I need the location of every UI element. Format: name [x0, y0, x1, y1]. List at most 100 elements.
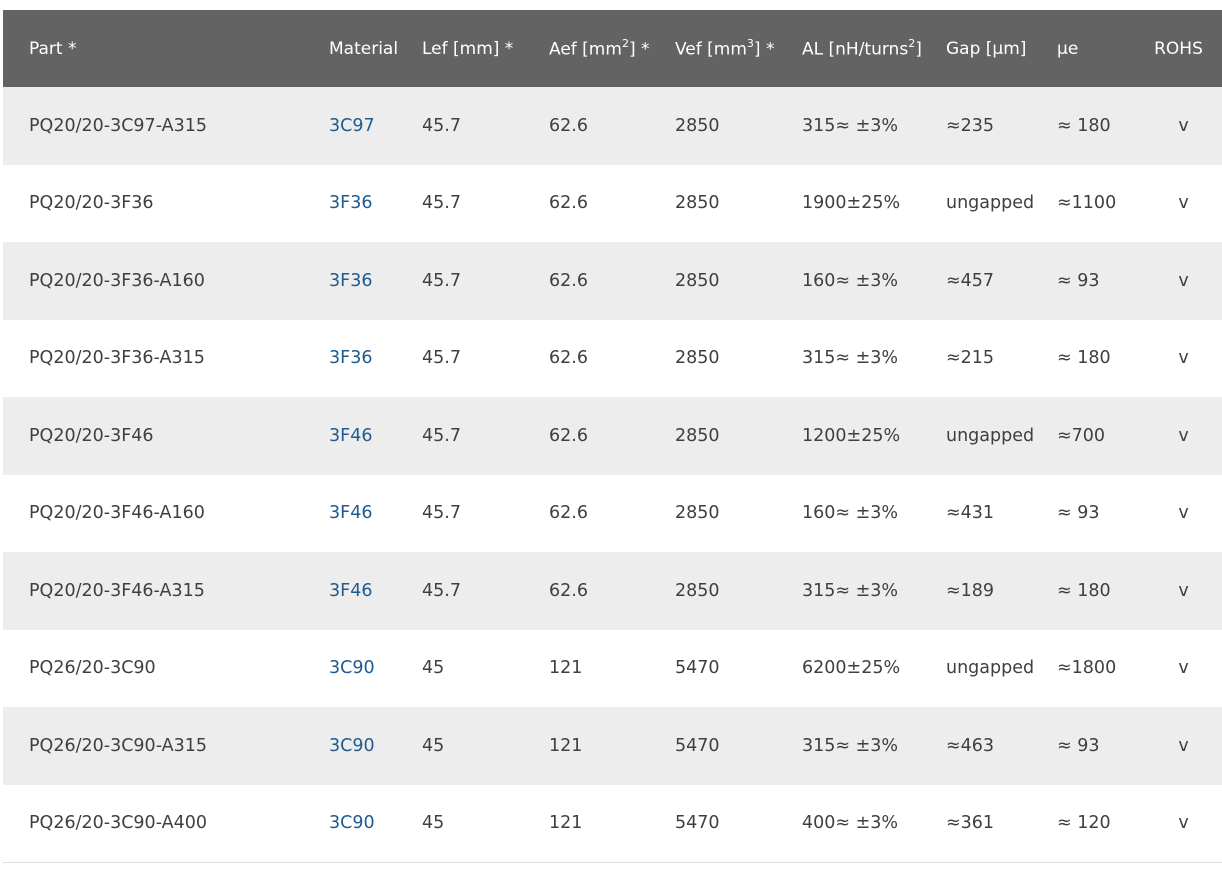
cell-lef: 45.7 — [422, 270, 461, 291]
cell-material: 3F36 — [329, 242, 422, 320]
cell-rohs: v — [1178, 348, 1189, 369]
cell-lef: 45.7 — [422, 425, 461, 446]
cell-al: 315≈ ±3% — [802, 580, 899, 601]
cell-lef: 45 — [422, 735, 445, 756]
table-row: PQ26/20-3C90-A400 3C90 45 121 5470 400≈ … — [3, 784, 1222, 863]
cell-rohs: v — [1178, 270, 1189, 291]
cell-vef: 2850 — [675, 115, 720, 136]
cell-al: 1900±25% — [802, 193, 901, 214]
cell-aef: 62.6 — [549, 115, 588, 136]
cell-gap: ≈189 — [946, 580, 995, 601]
cell-ue: ≈ 180 — [1057, 580, 1111, 601]
table-row: PQ20/20-3F46 3F46 45.7 62.6 2850 1200±25… — [3, 397, 1222, 475]
cell-vef: 2850 — [675, 580, 720, 601]
cell-ue: ≈700 — [1057, 425, 1106, 446]
cell-lef: 45 — [422, 813, 445, 833]
cell-part: PQ26/20-3C90-A400 — [29, 813, 207, 833]
cell-al: 160≈ ±3% — [802, 270, 899, 291]
cell-al: 1200±25% — [802, 425, 901, 446]
cell-ue: ≈1100 — [1057, 193, 1117, 214]
cell-material: 3C90 — [329, 785, 422, 863]
cell-material: 3C90 — [329, 630, 422, 708]
material-link[interactable]: 3F36 — [329, 271, 372, 291]
cell-material: 3C90 — [329, 707, 422, 785]
cell-ue: ≈ 180 — [1057, 348, 1111, 369]
column-header-material[interactable]: Material — [329, 10, 422, 87]
material-link[interactable]: 3C90 — [329, 658, 375, 678]
cell-vef: 2850 — [675, 425, 720, 446]
cell-ue: ≈ 93 — [1057, 503, 1100, 524]
material-link[interactable]: 3F36 — [329, 193, 372, 213]
column-header-rohs[interactable]: ROHS — [1145, 10, 1222, 87]
cell-rohs: v — [1178, 813, 1189, 833]
cell-gap: ≈431 — [946, 503, 995, 524]
table-header: Part * Material Lef [mm] * Aef [mm2] * V… — [3, 10, 1222, 87]
header-row: Part * Material Lef [mm] * Aef [mm2] * V… — [3, 10, 1222, 87]
column-header-aef[interactable]: Aef [mm2] * — [549, 10, 675, 87]
cell-aef: 62.6 — [549, 503, 588, 524]
cell-aef: 121 — [549, 735, 583, 756]
cell-vef: 2850 — [675, 270, 720, 291]
cell-part: PQ20/20-3F46 — [29, 425, 154, 446]
table-row: PQ20/20-3F36-A160 3F36 45.7 62.6 2850 16… — [3, 242, 1222, 320]
material-link[interactable]: 3C97 — [329, 116, 375, 136]
column-header-part[interactable]: Part * — [3, 10, 329, 87]
material-link[interactable]: 3F46 — [329, 503, 372, 523]
cell-part: PQ26/20-3C90 — [29, 658, 156, 679]
cell-vef: 2850 — [675, 193, 720, 214]
column-header-lef[interactable]: Lef [mm] * — [422, 10, 549, 87]
cell-vef: 2850 — [675, 503, 720, 524]
cell-gap: ≈235 — [946, 115, 995, 136]
cell-part: PQ20/20-3F36-A160 — [29, 270, 205, 291]
cell-aef: 62.6 — [549, 193, 588, 214]
cell-material: 3F46 — [329, 475, 422, 553]
cell-rohs: v — [1178, 735, 1189, 756]
cell-gap: ≈457 — [946, 270, 995, 291]
cell-rohs: v — [1178, 503, 1189, 524]
cell-aef: 62.6 — [549, 348, 588, 369]
table-body: PQ20/20-3C97-A315 3C97 45.7 62.6 2850 31… — [3, 87, 1222, 862]
cell-al: 6200±25% — [802, 658, 901, 679]
material-link[interactable]: 3C90 — [329, 813, 375, 833]
cell-ue: ≈ 93 — [1057, 735, 1100, 756]
cell-gap: ungapped — [946, 425, 1035, 446]
cell-al: 160≈ ±3% — [802, 503, 899, 524]
cell-gap: ungapped — [946, 193, 1035, 214]
material-link[interactable]: 3F46 — [329, 426, 372, 446]
product-table-container: Part * Material Lef [mm] * Aef [mm2] * V… — [3, 10, 1222, 863]
cell-gap: ≈215 — [946, 348, 995, 369]
material-link[interactable]: 3F36 — [329, 348, 372, 368]
cell-rohs: v — [1178, 580, 1189, 601]
column-header-ue[interactable]: µe — [1057, 10, 1145, 87]
cell-al: 315≈ ±3% — [802, 115, 899, 136]
cell-part: PQ20/20-3F36-A315 — [29, 348, 205, 369]
cell-aef: 121 — [549, 813, 583, 833]
cell-material: 3C97 — [329, 87, 422, 165]
cell-material: 3F36 — [329, 165, 422, 243]
cell-al: 315≈ ±3% — [802, 735, 899, 756]
cell-aef: 62.6 — [549, 580, 588, 601]
material-link[interactable]: 3C90 — [329, 736, 375, 756]
cell-lef: 45.7 — [422, 503, 461, 524]
cell-material: 3F46 — [329, 552, 422, 630]
cell-ue: ≈1800 — [1057, 658, 1117, 679]
cell-vef: 5470 — [675, 813, 720, 833]
product-table: Part * Material Lef [mm] * Aef [mm2] * V… — [3, 10, 1222, 863]
cell-lef: 45.7 — [422, 580, 461, 601]
cell-ue: ≈ 93 — [1057, 270, 1100, 291]
column-header-gap[interactable]: Gap [µm] — [946, 10, 1057, 87]
cell-vef: 5470 — [675, 735, 720, 756]
cell-rohs: v — [1178, 115, 1189, 136]
material-link[interactable]: 3F46 — [329, 581, 372, 601]
cell-part: PQ20/20-3F46-A315 — [29, 580, 205, 601]
cell-gap: ungapped — [946, 658, 1035, 679]
cell-ue: ≈ 180 — [1057, 115, 1111, 136]
table-row: PQ20/20-3F46-A160 3F46 45.7 62.6 2850 16… — [3, 474, 1222, 553]
cell-rohs: v — [1178, 193, 1189, 214]
table-row: PQ20/20-3F36 3F36 45.7 62.6 2850 1900±25… — [3, 164, 1222, 243]
cell-rohs: v — [1178, 658, 1189, 679]
column-header-al[interactable]: AL [nH/turns2] — [802, 10, 946, 87]
cell-lef: 45.7 — [422, 348, 461, 369]
column-header-vef[interactable]: Vef [mm3] * — [675, 10, 802, 87]
cell-part: PQ20/20-3C97-A315 — [29, 115, 207, 136]
